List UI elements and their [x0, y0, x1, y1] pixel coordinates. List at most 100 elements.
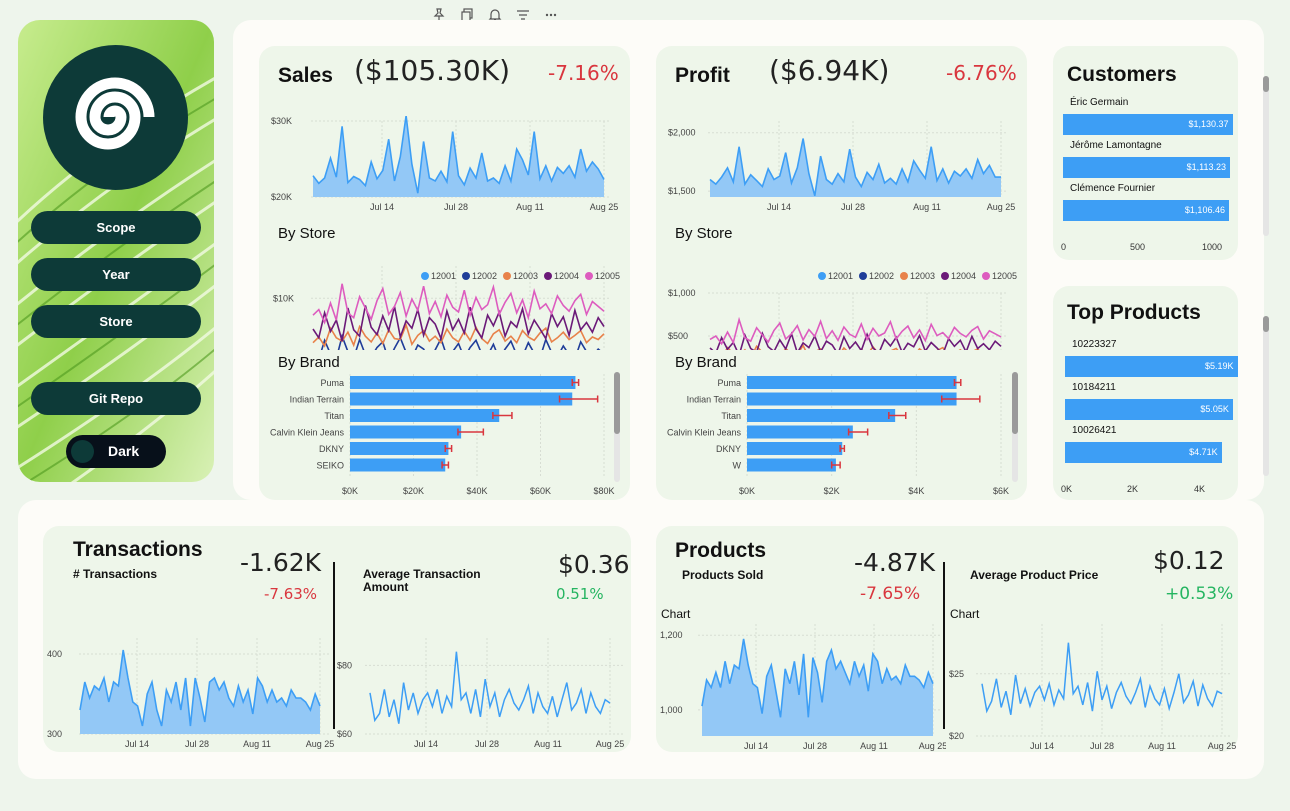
products-scroll-thumb[interactable]: [1263, 316, 1269, 332]
bar: [350, 458, 446, 472]
product-name: 10223327: [1072, 339, 1117, 350]
customers-title: Customers: [1067, 63, 1177, 86]
sales-value: ($105.30K): [354, 54, 510, 87]
store-button[interactable]: Store: [31, 305, 201, 338]
y-tick-label: $10K: [273, 293, 294, 303]
bar: [747, 392, 957, 406]
brand-scroll-thumb[interactable]: [1012, 372, 1018, 434]
profit-change: -6.76%: [946, 61, 1017, 85]
legend-label: 12002: [869, 271, 894, 281]
axis-tick: 2K: [1127, 484, 1139, 494]
sales-by-store-chart: $0K$10KJul 14Jul 28Aug 11Aug 25120011200…: [273, 266, 620, 350]
y-tick-label: $2,000: [668, 128, 696, 138]
profit-value: ($6.94K): [769, 54, 890, 87]
x-tick-label: Aug 11: [913, 202, 941, 212]
legend-swatch: [462, 272, 470, 280]
customers-scroll-thumb[interactable]: [1263, 76, 1269, 92]
axis-tick: 0: [1061, 242, 1067, 252]
bar: [747, 442, 843, 455]
x-tick-label: $60K: [530, 486, 551, 496]
bar-category-label: W: [733, 461, 742, 471]
legend-swatch: [900, 272, 908, 280]
y-tick-label: $20: [949, 731, 964, 741]
bar-category-label: Indian Terrain: [687, 395, 741, 405]
y-tick-label: $1,000: [668, 288, 696, 298]
sales-change: -7.16%: [548, 61, 619, 85]
avg-transaction-value: $0.36: [558, 550, 630, 579]
avg-transaction-label-line: Average Transaction: [363, 567, 481, 581]
area-fill: [702, 638, 933, 736]
customer-bar[interactable]: $1,113.23: [1063, 157, 1230, 178]
transactions-card: Transactions # Transactions -1.62K -7.63…: [43, 526, 631, 752]
avg-product-price-label: Average Product Price: [970, 568, 1099, 582]
legend-label: 12001: [431, 271, 456, 281]
bar: [747, 409, 896, 422]
navigation-panel: Scope Year Store Git Repo Dark: [18, 20, 214, 482]
bar-category-label: Puma: [320, 378, 344, 388]
product-bar[interactable]: $4.71K: [1065, 442, 1222, 463]
series-line: [709, 316, 1002, 346]
transactions-change: -7.63%: [264, 585, 318, 603]
legend-swatch: [859, 272, 867, 280]
y-tick-label: $1,500: [668, 186, 696, 196]
y-tick-label: $20K: [271, 192, 292, 202]
product-name: 10026421: [1072, 425, 1117, 436]
sales-by-brand-chart: $0K $20K $40K $60K $80K Puma Indian Terrain Tit…: [270, 374, 615, 496]
legend-swatch: [503, 272, 511, 280]
scope-button[interactable]: Scope: [31, 211, 201, 244]
profit-by-brand-chart: $0K $2K $4K $6K Puma Indian Terrain Titan Calvi…: [667, 374, 1009, 496]
avg-product-price-value: $0.12: [1153, 546, 1225, 575]
brand-scrollbar[interactable]: [1012, 372, 1018, 482]
area-fill: [710, 138, 1001, 197]
transactions-value: -1.62K: [240, 548, 322, 577]
x-tick-label: Aug 11: [860, 741, 888, 751]
customer-bar[interactable]: $1,106.46: [1063, 200, 1229, 221]
y-tick-label: 1,000: [660, 705, 683, 715]
dark-mode-toggle[interactable]: Dark: [66, 435, 166, 468]
bar-category-label: DKNY: [319, 444, 344, 454]
products-scrollbar[interactable]: [1263, 316, 1269, 476]
transactions-title: Transactions: [73, 538, 203, 561]
brand-scroll-thumb[interactable]: [614, 372, 620, 434]
git-repo-button[interactable]: Git Repo: [31, 382, 201, 415]
top-products-title: Top Products: [1067, 301, 1201, 324]
year-button[interactable]: Year: [31, 258, 201, 291]
brand-scrollbar[interactable]: [614, 372, 620, 482]
customer-bar[interactable]: $1,130.37: [1063, 114, 1233, 135]
legend-label: 12002: [472, 271, 497, 281]
product-bar[interactable]: $5.19K: [1065, 356, 1238, 377]
legend-label: 12005: [992, 271, 1017, 281]
x-tick-label: Aug 11: [534, 739, 562, 749]
bar: [350, 442, 449, 455]
product-bar[interactable]: $5.05K: [1065, 399, 1233, 420]
x-tick-label: $4K: [908, 486, 924, 496]
y-tick-label: $30K: [271, 116, 292, 126]
x-tick-label: Aug 25: [1208, 741, 1237, 751]
y-tick-label: 300: [47, 729, 62, 739]
x-tick-label: Aug 11: [1148, 741, 1176, 751]
axis-tick: 4K: [1194, 484, 1206, 494]
products-chart-label: Chart: [661, 607, 691, 621]
x-tick-label: Jul 14: [744, 741, 768, 751]
series-line: [312, 283, 605, 325]
avg-price-chart-label: Chart: [950, 607, 980, 621]
legend-label: 12001: [828, 271, 853, 281]
profit-title: Profit: [675, 64, 730, 87]
brand-logo: [43, 45, 188, 190]
bar: [747, 458, 836, 472]
bar: [747, 376, 957, 389]
legend-swatch: [982, 272, 990, 280]
customer-name: Clémence Fournier: [1070, 183, 1156, 194]
bar-category-label: DKNY: [716, 444, 741, 454]
bar: [350, 392, 573, 406]
avg-transaction-label: Average Transaction Amount: [363, 568, 481, 594]
spiral-logo-icon: [75, 77, 155, 150]
bar: [747, 425, 853, 439]
x-tick-label: Aug 11: [243, 739, 271, 749]
x-tick-label: Jul 14: [767, 202, 791, 212]
bar-category-label: Indian Terrain: [290, 395, 344, 405]
x-tick-label: Jul 28: [185, 739, 209, 749]
x-tick-label: Jul 14: [1030, 741, 1054, 751]
customers-scrollbar[interactable]: [1263, 76, 1269, 236]
sales-card: Sales ($105.30K) -7.16% $20K $30K Jul 14 Ju…: [259, 46, 630, 500]
